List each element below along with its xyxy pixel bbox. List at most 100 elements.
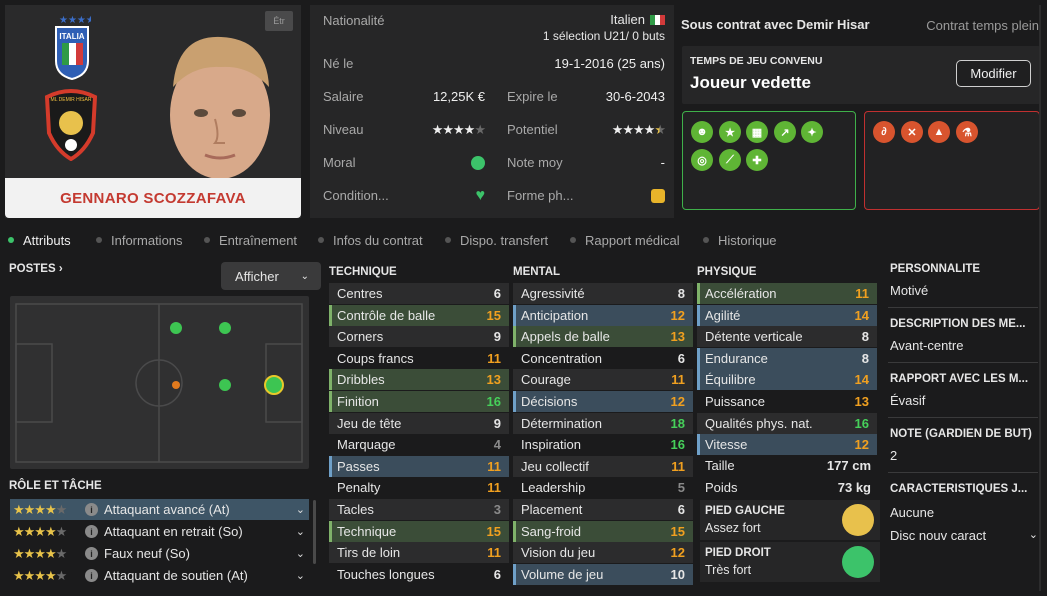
attribute-row[interactable]: Endurance 8: [697, 347, 877, 369]
attribute-row[interactable]: Centres 6: [329, 283, 509, 304]
stethoscope-trait-icon[interactable]: ∂: [873, 121, 895, 143]
attribute-row[interactable]: Contrôle de balle 15: [329, 304, 509, 326]
attribute-row[interactable]: Corners 9: [329, 326, 509, 348]
position-marker[interactable]: [219, 379, 231, 391]
attribute-row[interactable]: Jeu de tête 9: [329, 412, 509, 434]
position-marker[interactable]: [219, 322, 231, 334]
role-stars: ★★★★★: [13, 523, 67, 539]
attribute-name: Inspiration: [521, 437, 581, 453]
tab-attributes[interactable]: Attributs: [8, 228, 71, 252]
attribute-name: Accélération: [705, 286, 777, 301]
role-row[interactable]: ★★★★★ i Attaquant de soutien (At) ⌄: [10, 565, 309, 586]
info-icon[interactable]: i: [85, 569, 98, 582]
target-trait-icon[interactable]: ◎: [691, 149, 713, 171]
attribute-row[interactable]: Inspiration 16: [513, 434, 693, 455]
attribute-row[interactable]: Technique 15: [329, 520, 509, 542]
boot-trait-icon[interactable]: ⟋: [719, 149, 741, 171]
attribute-row[interactable]: Puissance 13: [697, 391, 877, 412]
attribute-row[interactable]: Courage 11: [513, 369, 693, 391]
tab-dot: [445, 237, 451, 243]
attribute-row[interactable]: Tacles 3: [329, 499, 509, 520]
handshake-trait-icon[interactable]: ✚: [746, 149, 768, 171]
info-grid: Nationalité Italien 1 sélection U21/ 0 b…: [310, 5, 674, 218]
bone-trait-icon[interactable]: ✕: [901, 121, 923, 143]
attribute-row[interactable]: Finition 16: [329, 391, 509, 412]
chevron-down-icon[interactable]: ⌄: [296, 503, 305, 516]
position-marker[interactable]: [170, 322, 182, 334]
star-trait-icon[interactable]: ★: [719, 121, 741, 143]
info-icon[interactable]: i: [85, 525, 98, 538]
attribute-name: Équilibre: [705, 372, 756, 388]
attribute-row[interactable]: Coups francs 11: [329, 348, 509, 369]
trend-trait-icon[interactable]: ↗: [774, 121, 796, 143]
show-dropdown[interactable]: Afficher ⌄: [221, 262, 321, 290]
info-icon[interactable]: i: [85, 503, 98, 516]
svg-text:★★★★: ★★★★: [59, 15, 91, 26]
attribute-row[interactable]: Concentration 6: [513, 348, 693, 369]
chevron-down-icon[interactable]: ⌄: [296, 569, 305, 582]
attribute-name: Agilité: [705, 307, 741, 323]
brain-trait-icon[interactable]: ☻: [691, 121, 713, 143]
attribute-row[interactable]: Touches longues 6: [329, 564, 509, 585]
tab-training[interactable]: Entraînement: [204, 228, 297, 252]
tactics-trait-icon[interactable]: ▦: [746, 121, 768, 143]
right-foot-value: Très fort: [705, 563, 752, 577]
attribute-row[interactable]: Vitesse 12: [697, 434, 877, 456]
attribute-value: 11: [855, 286, 869, 301]
new-trait-dropdown[interactable]: Disc nouv caract ⌄: [890, 528, 1040, 543]
attribute-row[interactable]: Agilité 14: [697, 304, 877, 326]
positions-title[interactable]: POSTES ›: [9, 263, 63, 275]
attribute-row[interactable]: Appels de balle 13: [513, 326, 693, 348]
tab-contract[interactable]: Infos du contrat: [318, 228, 423, 252]
attribute-value: 12: [854, 437, 869, 453]
tab-transfer[interactable]: Dispo. transfert: [445, 228, 548, 252]
tab-history[interactable]: Historique: [703, 228, 777, 252]
attribute-row[interactable]: Équilibre 14: [697, 369, 877, 391]
attribute-row[interactable]: Marquage 4: [329, 434, 509, 455]
attribute-value: 16: [670, 437, 685, 453]
tab-information[interactable]: Informations: [96, 228, 183, 252]
attribute-row[interactable]: Qualités phys. nat. 16: [697, 412, 877, 434]
caps-value: 1 sélection U21/ 0 buts: [542, 29, 665, 43]
ball-trait-icon[interactable]: ✦: [801, 121, 823, 143]
attribute-value: 11: [487, 480, 501, 496]
attribute-row[interactable]: Détermination 18: [513, 412, 693, 434]
attribute-row[interactable]: Accélération 11: [697, 283, 877, 304]
divider: [888, 417, 1038, 418]
attribute-row[interactable]: Agressivité 8: [513, 283, 693, 304]
attribute-row[interactable]: Dribbles 13: [329, 369, 509, 391]
attribute-row[interactable]: Volume de jeu 10: [513, 563, 693, 585]
role-row[interactable]: ★★★★★ i Attaquant avancé (At) ⌄: [10, 499, 309, 520]
chevron-down-icon[interactable]: ⌄: [296, 547, 305, 560]
attribute-row[interactable]: Anticipation 12: [513, 304, 693, 326]
modify-button[interactable]: Modifier: [956, 60, 1031, 87]
tab-medical[interactable]: Rapport médical: [570, 228, 680, 252]
media-relation-value: Évasif: [890, 393, 926, 408]
info-icon[interactable]: i: [85, 547, 98, 560]
role-name: Faux neuf (So): [104, 546, 190, 561]
injury-trait-icon[interactable]: ▲: [928, 121, 950, 143]
attribute-row[interactable]: Décisions 12: [513, 391, 693, 412]
attribute-name: Passes: [337, 458, 380, 474]
attribute-row[interactable]: Leadership 5: [513, 477, 693, 498]
flask-trait-icon[interactable]: ⚗: [956, 121, 978, 143]
role-row[interactable]: ★★★★★ i Attaquant en retrait (So) ⌄: [10, 521, 309, 542]
attribute-name: Détermination: [521, 415, 602, 431]
attribute-row[interactable]: Vision du jeu 12: [513, 542, 693, 564]
roles-scrollbar[interactable]: [313, 500, 316, 564]
attribute-row[interactable]: Placement 6: [513, 499, 693, 520]
tab-label: Informations: [111, 232, 183, 248]
avg-rating-value: -: [660, 155, 665, 170]
tab-label: Historique: [718, 232, 777, 248]
chevron-down-icon[interactable]: ⌄: [296, 525, 305, 538]
role-row[interactable]: ★★★★★ i Faux neuf (So) ⌄: [10, 543, 309, 564]
position-marker-main[interactable]: [264, 375, 284, 395]
page-scrollbar[interactable]: [1039, 5, 1041, 591]
attribute-row[interactable]: Sang-froid 15: [513, 520, 693, 542]
attribute-row[interactable]: Penalty 11: [329, 477, 509, 498]
attribute-row[interactable]: Jeu collectif 11: [513, 455, 693, 477]
attribute-row[interactable]: Passes 11: [329, 455, 509, 477]
attribute-row[interactable]: Tirs de loin 11: [329, 542, 509, 564]
position-marker[interactable]: [172, 381, 180, 389]
attribute-row[interactable]: Détente verticale 8: [697, 326, 877, 348]
